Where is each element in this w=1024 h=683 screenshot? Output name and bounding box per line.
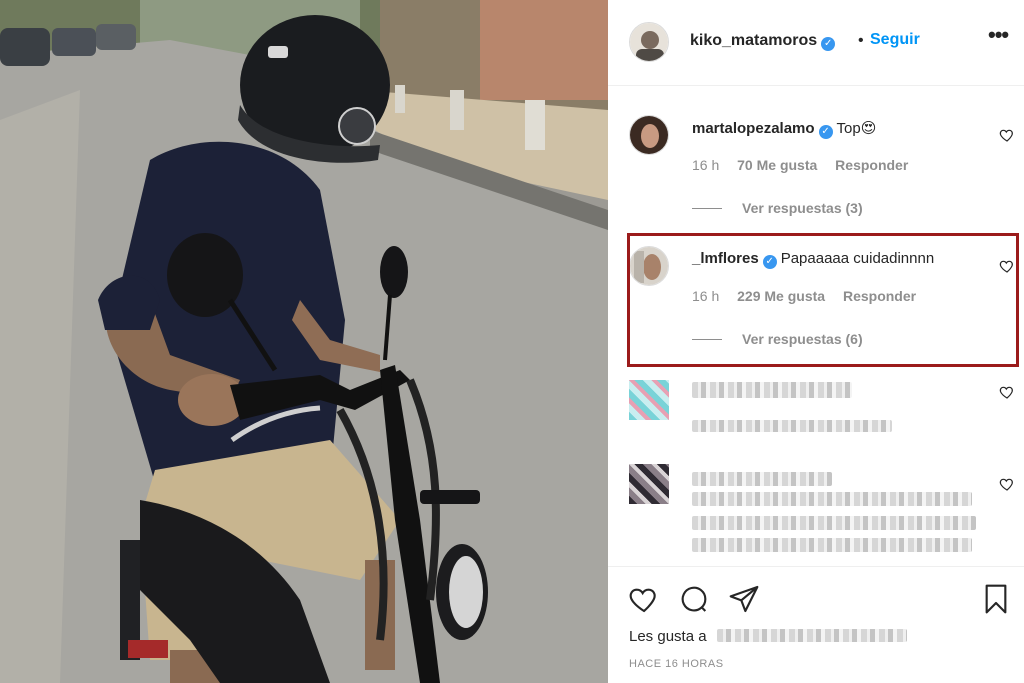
commenter-avatar-image xyxy=(630,247,668,285)
heart-icon[interactable] xyxy=(999,476,1015,492)
censored-text xyxy=(692,472,832,486)
owner-username-text[interactable]: kiko_matamoros xyxy=(690,32,817,49)
replies-line xyxy=(692,208,722,209)
verified-icon: ✓ xyxy=(821,37,836,51)
commenter-avatar-image xyxy=(630,116,668,154)
comment-meta: 16 h 229 Me gusta Responder xyxy=(692,288,930,304)
share-icon[interactable] xyxy=(728,583,760,615)
likes-summary: Les gusta a xyxy=(629,628,907,645)
commenter-avatar[interactable] xyxy=(629,115,669,155)
follow-button[interactable]: Seguir xyxy=(870,31,920,49)
comments-panel: kiko_matamoros ✓ • Seguir ••• martalopeza… xyxy=(608,0,1024,683)
verified-icon: ✓ xyxy=(818,125,833,139)
post-header: kiko_matamoros ✓ • Seguir ••• xyxy=(608,0,1024,86)
heart-icon[interactable] xyxy=(999,258,1015,274)
reply-button[interactable]: Responder xyxy=(843,288,916,304)
post-photo xyxy=(0,0,608,683)
comment-likes[interactable]: 229 Me gusta xyxy=(737,288,825,304)
comment-text: Top😍 xyxy=(836,120,877,137)
comment-author-name[interactable]: _lmflores xyxy=(692,250,759,267)
comment-likes[interactable]: 70 Me gusta xyxy=(737,157,817,173)
censored-avatar[interactable] xyxy=(629,464,669,504)
comment-time: 16 h xyxy=(692,157,720,173)
verified-icon: ✓ xyxy=(762,255,777,269)
more-icon[interactable]: ••• xyxy=(988,22,1009,48)
reply-button[interactable]: Responder xyxy=(835,157,908,173)
comment-meta: 16 h 70 Me gusta Responder xyxy=(692,157,922,173)
owner-avatar[interactable] xyxy=(629,22,669,62)
bookmark-icon[interactable] xyxy=(980,583,1012,615)
commenter-avatar[interactable] xyxy=(629,246,669,286)
censored-likers xyxy=(716,629,907,642)
censored-text xyxy=(692,538,972,552)
view-replies-button[interactable]: Ver respuestas (3) xyxy=(692,200,863,216)
view-replies-label[interactable]: Ver respuestas (3) xyxy=(742,200,863,216)
censored-text xyxy=(692,382,852,398)
heart-icon[interactable] xyxy=(999,127,1015,143)
owner-username[interactable]: kiko_matamoros ✓ xyxy=(690,32,836,51)
owner-avatar-image xyxy=(630,23,668,61)
post-timestamp: HACE 16 HORAS xyxy=(629,658,724,670)
comment-author-name[interactable]: martalopezalamo xyxy=(692,120,815,137)
censored-meta xyxy=(692,420,892,432)
view-replies-label[interactable]: Ver respuestas (6) xyxy=(742,331,863,347)
comment-author[interactable]: _lmflores ✓ Papaaaaa cuidadinnnn xyxy=(692,250,934,269)
censored-avatar[interactable] xyxy=(629,380,669,420)
comment-author[interactable]: martalopezalamo ✓ Top😍 xyxy=(692,119,876,139)
censored-text xyxy=(692,492,972,506)
heart-icon[interactable] xyxy=(628,583,660,615)
comment-icon[interactable] xyxy=(678,583,710,615)
follow-separator: • xyxy=(858,32,864,49)
likes-prefix: Les gusta a xyxy=(629,628,707,645)
comment-text: Papaaaaa cuidadinnnn xyxy=(780,250,935,267)
replies-line xyxy=(692,339,722,340)
post-actions: Les gusta a HACE 16 HORAS xyxy=(608,566,1024,683)
censored-text xyxy=(692,516,976,530)
comment-time: 16 h xyxy=(692,288,720,304)
photo-scooter-rider xyxy=(0,0,608,683)
heart-icon[interactable] xyxy=(999,384,1015,400)
view-replies-button[interactable]: Ver respuestas (6) xyxy=(692,331,863,347)
